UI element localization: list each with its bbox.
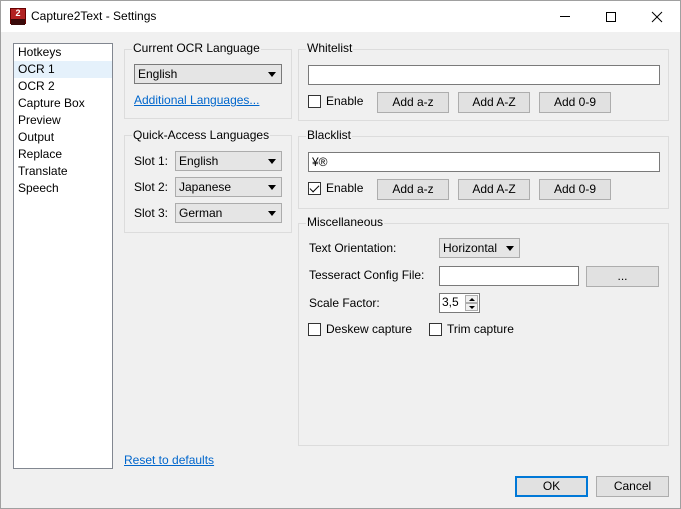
maximize-button[interactable] xyxy=(588,1,634,32)
slot-3-value: German xyxy=(179,206,223,220)
whitelist-add-uppercase-button[interactable]: Add A-Z xyxy=(458,92,530,113)
blacklist-input[interactable]: ¥® xyxy=(308,152,660,172)
text-orientation-dropdown[interactable]: Horizontal xyxy=(439,238,520,258)
nav-item-hotkeys[interactable]: Hotkeys xyxy=(14,44,112,61)
quick-access-languages-title: Quick-Access Languages xyxy=(132,128,271,142)
chevron-down-icon xyxy=(268,211,276,216)
slot-2-value: Japanese xyxy=(179,180,232,194)
chevron-down-icon xyxy=(268,185,276,190)
slot-2-label: Slot 2: xyxy=(134,180,169,194)
current-ocr-language-value: English xyxy=(138,67,178,81)
tesseract-config-input[interactable] xyxy=(439,266,579,286)
deskew-capture-checkbox[interactable] xyxy=(308,323,321,336)
slot-1-dropdown[interactable]: English xyxy=(175,151,282,171)
blacklist-title: Blacklist xyxy=(306,128,353,142)
maximize-icon xyxy=(606,11,616,22)
tesseract-config-label: Tesseract Config File: xyxy=(309,268,425,282)
chevron-down-icon xyxy=(268,159,276,164)
whitelist-enable-checkbox[interactable] xyxy=(308,95,321,108)
nav-item-capture-box[interactable]: Capture Box xyxy=(14,95,112,112)
ok-button[interactable]: OK xyxy=(515,476,588,497)
nav-item-output[interactable]: Output xyxy=(14,129,112,146)
minimize-icon xyxy=(560,16,570,17)
nav-item-preview[interactable]: Preview xyxy=(14,112,112,129)
current-ocr-language-title: Current OCR Language xyxy=(132,41,261,55)
spin-down-icon[interactable] xyxy=(465,303,478,311)
trim-capture-label: Trim capture xyxy=(447,322,514,336)
reset-to-defaults-link[interactable]: Reset to defaults xyxy=(124,453,214,467)
minimize-button[interactable] xyxy=(542,1,588,32)
text-orientation-label: Text Orientation: xyxy=(309,241,397,255)
cancel-button[interactable]: Cancel xyxy=(596,476,669,497)
whitelist-add-digits-button[interactable]: Add 0-9 xyxy=(539,92,611,113)
text-orientation-value: Horizontal xyxy=(443,241,498,255)
slot-3-dropdown[interactable]: German xyxy=(175,203,282,223)
miscellaneous-title: Miscellaneous xyxy=(306,215,385,229)
additional-languages-link[interactable]: Additional Languages... xyxy=(134,93,259,107)
nav-item-ocr-2[interactable]: OCR 2 xyxy=(14,78,112,95)
close-button[interactable] xyxy=(634,1,680,32)
window-title: Capture2Text - Settings xyxy=(31,9,157,23)
blacklist-enable-label: Enable xyxy=(326,181,364,195)
app-icon: 2 xyxy=(10,8,26,25)
whitelist-add-lowercase-button[interactable]: Add a-z xyxy=(377,92,449,113)
whitelist-title: Whitelist xyxy=(306,41,354,55)
current-ocr-language-group xyxy=(124,49,292,119)
current-ocr-language-dropdown[interactable]: English xyxy=(134,64,282,84)
close-icon xyxy=(651,11,663,22)
nav-item-translate[interactable]: Translate xyxy=(14,163,112,180)
slot-2-dropdown[interactable]: Japanese xyxy=(175,177,282,197)
chevron-down-icon xyxy=(268,72,276,77)
spin-up-icon[interactable] xyxy=(465,295,478,303)
settings-category-list[interactable]: Hotkeys OCR 1 OCR 2 Capture Box Preview … xyxy=(13,43,113,469)
blacklist-add-uppercase-button[interactable]: Add A-Z xyxy=(458,179,530,200)
nav-item-ocr-1[interactable]: OCR 1 xyxy=(14,61,112,78)
nav-item-replace[interactable]: Replace xyxy=(14,146,112,163)
slot-1-value: English xyxy=(179,154,219,168)
nav-item-speech[interactable]: Speech xyxy=(14,180,112,197)
trim-capture-checkbox[interactable] xyxy=(429,323,442,336)
whitelist-enable-label: Enable xyxy=(326,94,364,108)
settings-window: 2 Capture2Text - Settings Hotkeys OCR 1 … xyxy=(0,0,681,509)
blacklist-add-lowercase-button[interactable]: Add a-z xyxy=(377,179,449,200)
blacklist-enable-checkbox[interactable] xyxy=(308,182,321,195)
slot-3-label: Slot 3: xyxy=(134,206,169,220)
tesseract-config-browse-button[interactable]: ... xyxy=(586,266,659,287)
scale-factor-spinbox[interactable]: 3,5 xyxy=(439,293,480,313)
whitelist-input[interactable] xyxy=(308,65,660,85)
scale-factor-value: 3,5 xyxy=(442,295,459,309)
title-bar[interactable]: 2 Capture2Text - Settings xyxy=(1,1,680,32)
chevron-down-icon xyxy=(506,246,514,251)
slot-1-label: Slot 1: xyxy=(134,154,169,168)
scale-factor-label: Scale Factor: xyxy=(309,296,380,310)
deskew-capture-label: Deskew capture xyxy=(326,322,413,336)
blacklist-add-digits-button[interactable]: Add 0-9 xyxy=(539,179,611,200)
